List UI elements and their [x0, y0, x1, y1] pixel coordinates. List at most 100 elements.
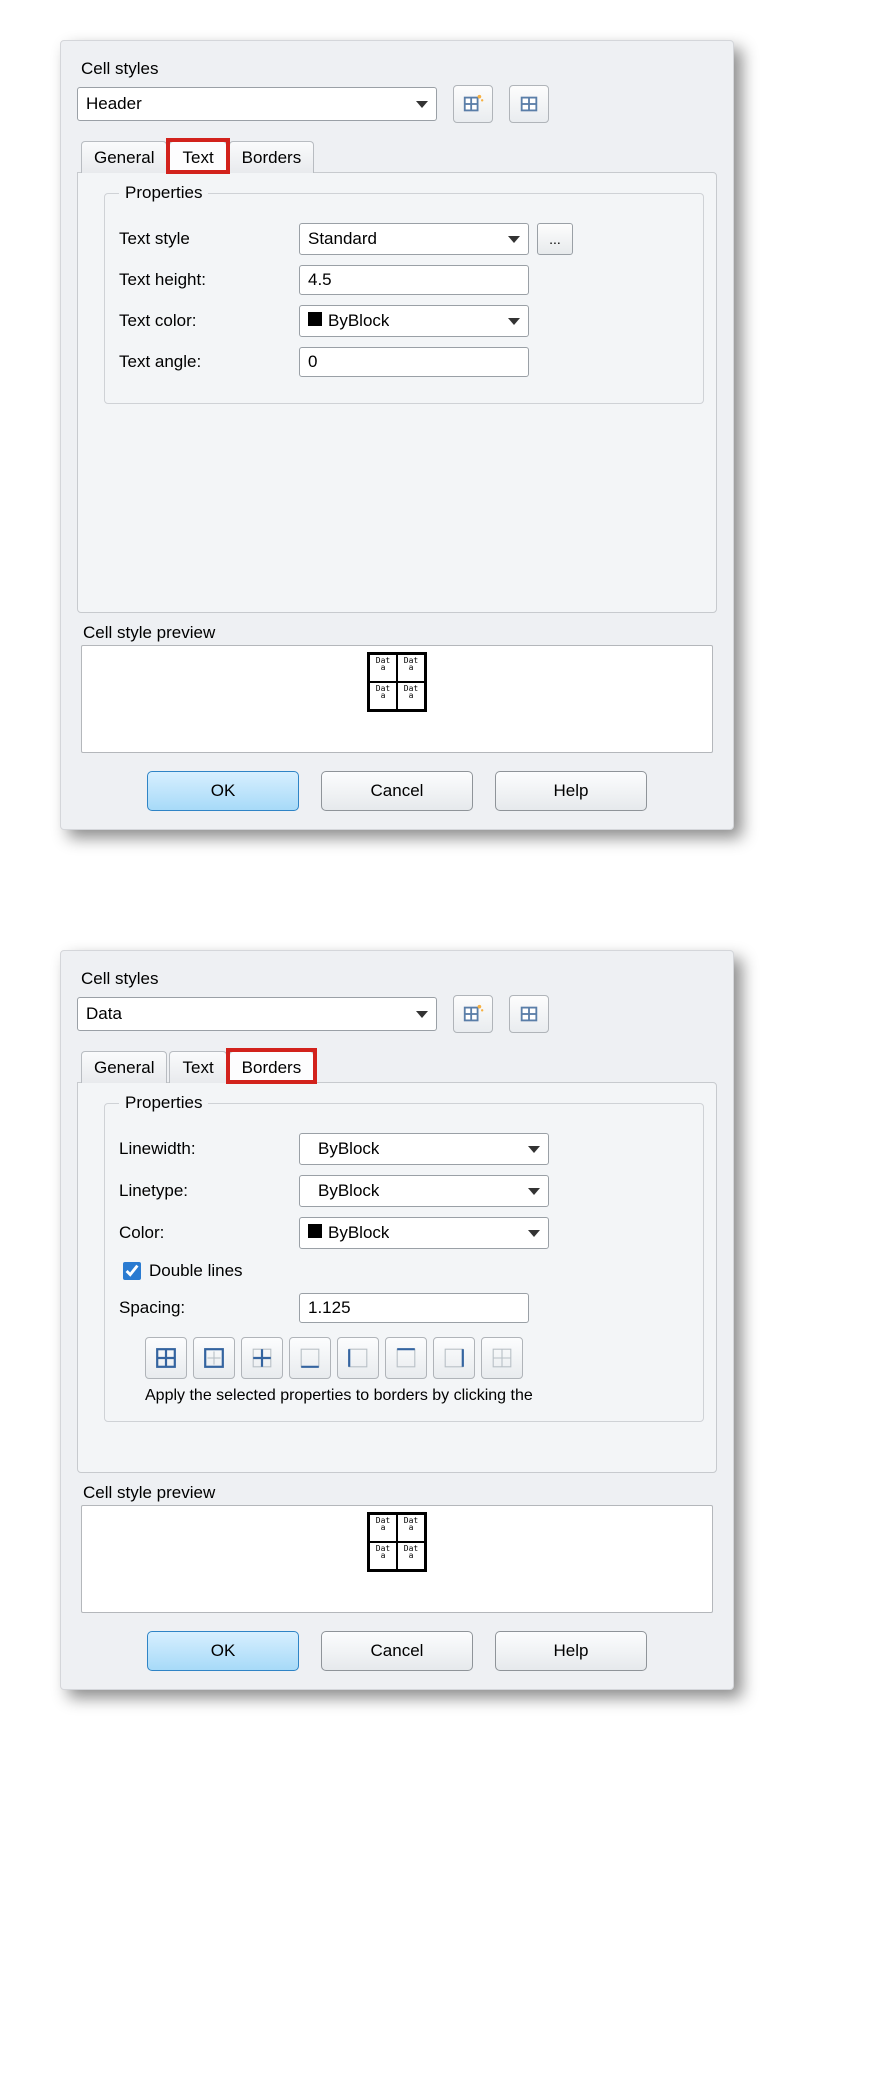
border-left-icon: [347, 1347, 369, 1369]
table-sparkle-icon: [462, 93, 484, 115]
linetype-dropdown[interactable]: ByBlock: [299, 1175, 549, 1207]
button-bar: OK Cancel Help: [77, 771, 717, 811]
chevron-down-icon: [416, 1011, 428, 1018]
border-right-button[interactable]: [433, 1337, 475, 1379]
border-outer-button[interactable]: [193, 1337, 235, 1379]
properties-group: Properties Linewidth: ByBlock Linetype: …: [104, 1093, 704, 1422]
chevron-down-icon: [528, 1230, 540, 1237]
chevron-down-icon: [508, 318, 520, 325]
border-presets-row: [145, 1337, 691, 1379]
panel-spacer: [86, 1422, 708, 1464]
tab-panel: Properties Linewidth: ByBlock Linetype: …: [77, 1082, 717, 1473]
text-height-label: Text height:: [119, 270, 299, 290]
text-style-browse-button[interactable]: ...: [537, 223, 573, 255]
text-color-value: ByBlock: [308, 311, 389, 331]
text-style-label: Text style: [119, 229, 299, 249]
cell-styles-dialog-text: Cell styles Header General Text Bo: [60, 40, 734, 830]
ok-button[interactable]: OK: [147, 1631, 299, 1671]
text-height-input[interactable]: 4.5: [299, 265, 529, 295]
preview-sample-icon: Dat aDat aDat aDat a: [367, 652, 427, 712]
border-top-button[interactable]: [385, 1337, 427, 1379]
properties-group: Properties Text style Standard ... Text …: [104, 183, 704, 404]
color-value: ByBlock: [308, 1223, 389, 1243]
table-sparkle-icon: [462, 1003, 484, 1025]
linewidth-value: ByBlock: [308, 1139, 379, 1159]
tab-borders[interactable]: Borders: [229, 1051, 315, 1083]
double-lines-checkbox[interactable]: [123, 1262, 141, 1280]
tab-panel: Properties Text style Standard ... Text …: [77, 172, 717, 613]
table-icon: [518, 1003, 540, 1025]
border-bottom-icon: [299, 1347, 321, 1369]
color-swatch-icon: [308, 1224, 322, 1238]
preview-sample-icon: Dat aDat aDat aDat a: [367, 1512, 427, 1572]
spacing-value: 1.125: [308, 1298, 351, 1318]
spacing-input[interactable]: 1.125: [299, 1293, 529, 1323]
new-style-button[interactable]: [453, 85, 493, 123]
border-all-button[interactable]: [145, 1337, 187, 1379]
manage-style-button[interactable]: [509, 85, 549, 123]
border-right-icon: [443, 1347, 465, 1369]
border-hint: Apply the selected properties to borders…: [145, 1387, 685, 1405]
linetype-label: Linetype:: [119, 1181, 299, 1201]
text-angle-value: 0: [308, 352, 317, 372]
preview-box: Dat aDat aDat aDat a: [81, 645, 713, 753]
properties-legend: Properties: [119, 1093, 208, 1113]
chevron-down-icon: [508, 236, 520, 243]
linewidth-dropdown[interactable]: ByBlock: [299, 1133, 549, 1165]
ok-button[interactable]: OK: [147, 771, 299, 811]
text-color-dropdown[interactable]: ByBlock: [299, 305, 529, 337]
border-inner-icon: [251, 1347, 273, 1369]
text-angle-input[interactable]: 0: [299, 347, 529, 377]
cell-style-dropdown[interactable]: Data: [77, 997, 437, 1031]
manage-style-button[interactable]: [509, 995, 549, 1033]
cell-style-dropdown-value: Header: [86, 94, 142, 114]
tab-text[interactable]: Text: [169, 141, 226, 173]
cell-styles-label: Cell styles: [81, 59, 717, 79]
cell-style-dropdown[interactable]: Header: [77, 87, 437, 121]
cancel-button[interactable]: Cancel: [321, 771, 473, 811]
new-style-button[interactable]: [453, 995, 493, 1033]
help-button[interactable]: Help: [495, 771, 647, 811]
properties-legend: Properties: [119, 183, 208, 203]
text-height-value: 4.5: [308, 270, 332, 290]
text-angle-label: Text angle:: [119, 352, 299, 372]
tabstrip: General Text Borders: [77, 141, 717, 173]
cell-style-dropdown-value: Data: [86, 1004, 122, 1024]
linewidth-label: Linewidth:: [119, 1139, 299, 1159]
text-color-label: Text color:: [119, 311, 299, 331]
border-none-button[interactable]: [481, 1337, 523, 1379]
cell-styles-dialog-borders: Cell styles Data General Text Bord: [60, 950, 734, 1690]
preview-label: Cell style preview: [83, 623, 717, 643]
help-button[interactable]: Help: [495, 1631, 647, 1671]
tab-general[interactable]: General: [81, 1051, 167, 1083]
tab-borders[interactable]: Borders: [229, 141, 315, 173]
chevron-down-icon: [528, 1188, 540, 1195]
border-left-button[interactable]: [337, 1337, 379, 1379]
cell-styles-label: Cell styles: [81, 969, 717, 989]
panel-spacer: [86, 404, 708, 604]
chevron-down-icon: [416, 101, 428, 108]
tab-text[interactable]: Text: [169, 1051, 226, 1083]
color-label: Color:: [119, 1223, 299, 1243]
button-bar: OK Cancel Help: [77, 1631, 717, 1671]
linetype-value: ByBlock: [308, 1181, 379, 1201]
border-inner-button[interactable]: [241, 1337, 283, 1379]
double-lines-label: Double lines: [149, 1261, 243, 1281]
border-top-icon: [395, 1347, 417, 1369]
table-icon: [518, 93, 540, 115]
tab-general[interactable]: General: [81, 141, 167, 173]
border-bottom-button[interactable]: [289, 1337, 331, 1379]
border-outer-icon: [203, 1347, 225, 1369]
preview-label: Cell style preview: [83, 1483, 717, 1503]
cancel-button[interactable]: Cancel: [321, 1631, 473, 1671]
color-swatch-icon: [308, 312, 322, 326]
text-style-value: Standard: [308, 229, 377, 249]
border-all-icon: [155, 1347, 177, 1369]
text-style-dropdown[interactable]: Standard: [299, 223, 529, 255]
chevron-down-icon: [528, 1146, 540, 1153]
preview-box: Dat aDat aDat aDat a: [81, 1505, 713, 1613]
border-none-icon: [491, 1347, 513, 1369]
color-dropdown[interactable]: ByBlock: [299, 1217, 549, 1249]
tabstrip: General Text Borders: [77, 1051, 717, 1083]
spacing-label: Spacing:: [119, 1298, 299, 1318]
